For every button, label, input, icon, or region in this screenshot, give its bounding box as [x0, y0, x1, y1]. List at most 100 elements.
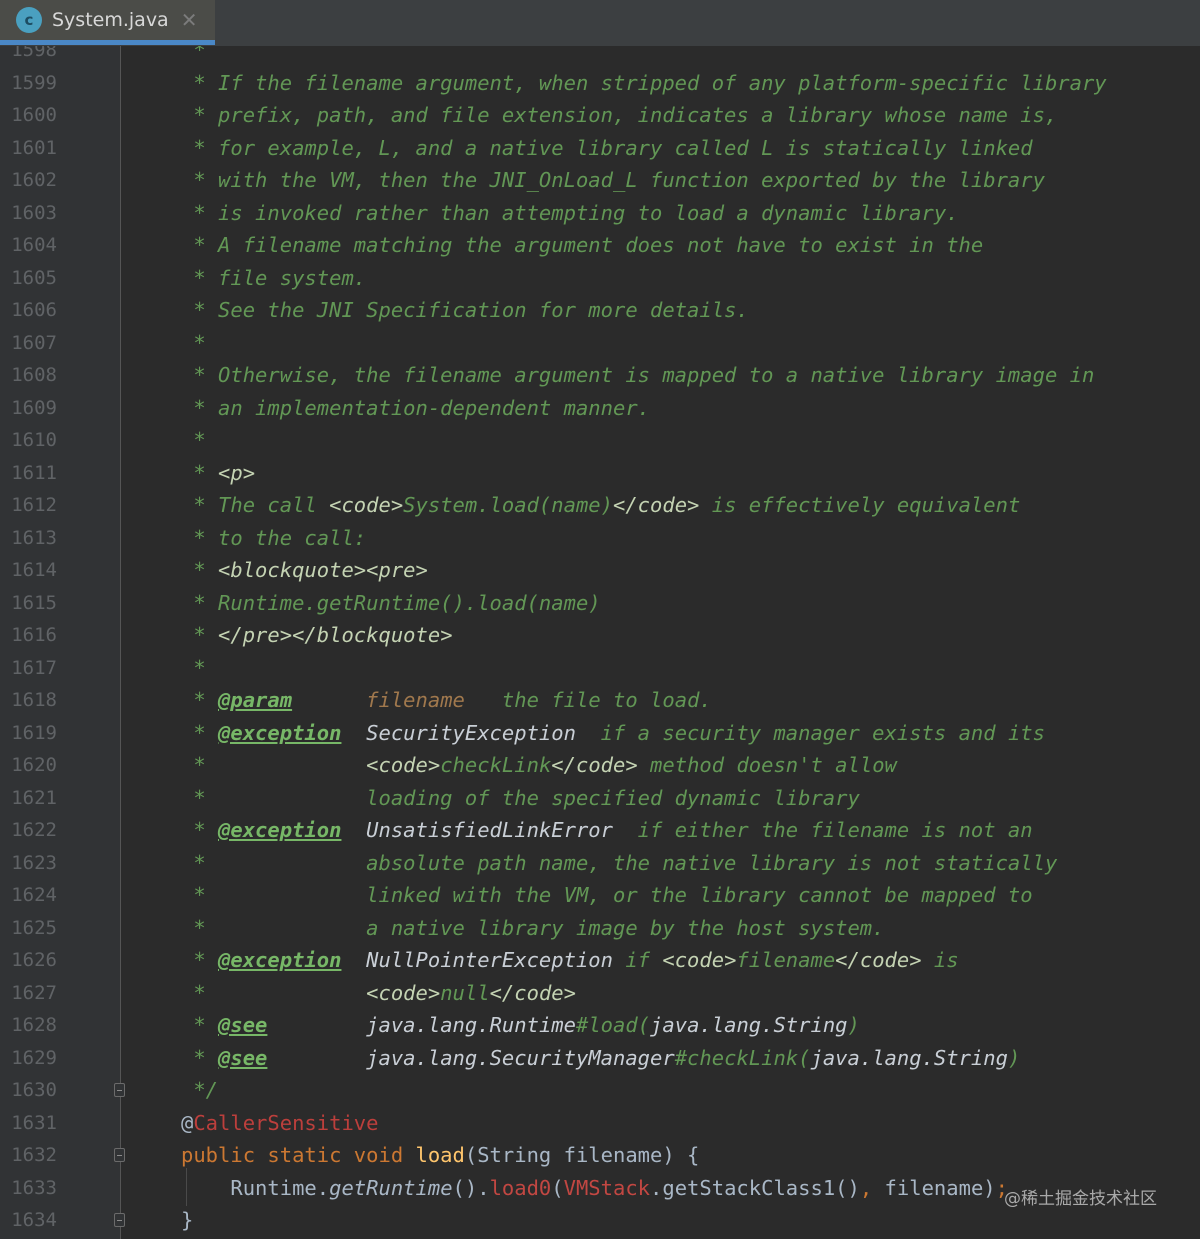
code-token: , — [859, 1175, 873, 1200]
line-number: 1617 — [11, 656, 57, 679]
line-number: 1615 — [11, 591, 57, 614]
code-text: * — [181, 652, 205, 685]
tab-system-java[interactable]: c System.java ✕ — [0, 0, 215, 40]
code-token: </code> — [613, 493, 700, 517]
code-token: * — [181, 688, 219, 712]
code-line[interactable]: 1603 * is invoked rather than attempting… — [0, 197, 1200, 230]
code-line[interactable]: 1632 public static void load(String filen… — [0, 1139, 1200, 1172]
code-token: </code> — [551, 753, 638, 777]
code-token: * — [181, 980, 367, 1005]
code-line[interactable]: 1626 * @exception NullPointerException i… — [0, 944, 1200, 977]
code-token: ) — [1007, 1045, 1021, 1070]
line-number: 1614 — [11, 559, 57, 581]
code-line[interactable]: 1617 * — [0, 652, 1200, 685]
line-number: 1609 — [11, 396, 57, 419]
code-line[interactable]: 1616 * </pre></blockquote> — [0, 619, 1200, 652]
code-line[interactable]: 1631 @CallerSensitive — [0, 1107, 1200, 1140]
line-number: 1611 — [11, 461, 57, 484]
code-token: ( — [551, 1175, 564, 1200]
code-text: * <blockquote><pre> — [181, 554, 428, 587]
code-token: System.load(name) — [403, 493, 613, 517]
watermark: @稀土掘金技术社区 — [1004, 1189, 1157, 1209]
code-text: * <code>checkLink</code> method doesn't … — [181, 749, 897, 782]
code-line[interactable]: 1607 * — [0, 327, 1200, 360]
code-line[interactable]: 1612 * The call <code>System.load(name)<… — [0, 489, 1200, 522]
code-line[interactable]: 1618 * @param filename the file to load. — [0, 684, 1200, 717]
code-token: * file system. — [181, 265, 367, 290]
close-icon[interactable]: ✕ — [181, 8, 198, 32]
code-line[interactable]: 1609 * an implementation-dependent manne… — [0, 392, 1200, 425]
code-line[interactable]: 1621 * loading of the specified dynamic … — [0, 782, 1200, 815]
code-token: * absolute path name, the native library… — [181, 850, 1058, 875]
code-token: * Runtime.getRuntime().load(name) — [181, 590, 601, 615]
code-line[interactable]: 1613 * to the call: — [0, 522, 1200, 555]
code-line[interactable]: 1608 * Otherwise, the filename argument … — [0, 359, 1200, 392]
line-number: 1628 — [11, 1014, 57, 1036]
active-tab-indicator — [0, 40, 215, 45]
code-text: } — [181, 1204, 193, 1237]
code-token: </pre></blockquote> — [218, 623, 453, 647]
code-line[interactable]: 1623 * absolute path name, the native li… — [0, 847, 1200, 880]
line-number: 1622 — [11, 819, 57, 841]
code-line[interactable]: 1604 * A filename matching the argument … — [0, 229, 1200, 262]
code-line[interactable]: 1606 * See the JNI Specification for mor… — [0, 294, 1200, 327]
code-line[interactable]: 1624 * linked with the VM, or the librar… — [0, 879, 1200, 912]
code-line[interactable]: 1628 * @see java.lang.Runtime#load(java.… — [0, 1009, 1200, 1042]
fold-icon[interactable] — [114, 1213, 125, 1227]
fold-icon[interactable] — [114, 1083, 125, 1097]
code-token: * If the filename argument, when strippe… — [181, 70, 1107, 95]
code-token: java.lang.Runtime — [366, 1013, 576, 1037]
code-token: * — [181, 330, 206, 355]
code-token: #checkLink( — [674, 1045, 811, 1070]
code-token: NullPointerException — [366, 948, 613, 972]
code-line[interactable]: 1620 * <code>checkLink</code> method doe… — [0, 749, 1200, 782]
code-line[interactable]: 1610 * — [0, 424, 1200, 457]
code-line[interactable]: 1619 * @exception SecurityException if a… — [0, 717, 1200, 750]
code-line[interactable]: 1625 * a native library image by the hos… — [0, 912, 1200, 945]
code-token: * — [181, 428, 206, 452]
code-token: * — [181, 720, 219, 745]
code-line[interactable]: 1622 * @exception UnsatisfiedLinkError i… — [0, 814, 1200, 847]
code-token: } — [181, 1208, 194, 1232]
fold-icon[interactable] — [114, 1148, 125, 1162]
code-token: null — [440, 980, 490, 1005]
code-line[interactable]: 1605 * file system. — [0, 262, 1200, 295]
code-token: @see — [218, 1045, 268, 1070]
code-token: <code> — [662, 948, 737, 972]
line-number: 1610 — [11, 429, 57, 451]
code-text: * for example, L, and a native library c… — [181, 132, 1032, 165]
code-line[interactable]: 1599 * If the filename argument, when st… — [0, 67, 1200, 100]
code-token: * — [181, 1045, 219, 1070]
line-number: 1607 — [11, 331, 57, 354]
line-number: 1601 — [11, 136, 57, 159]
code-text: * — [181, 327, 206, 360]
line-number: 1626 — [11, 949, 57, 971]
code-line[interactable]: 1614 * <blockquote><pre> — [0, 554, 1200, 587]
code-text: * @param filename the file to load. — [181, 684, 712, 717]
code-line[interactable]: 1601 * for example, L, and a native libr… — [0, 132, 1200, 165]
code-token: @see — [218, 1013, 268, 1037]
code-line[interactable]: 1602 * with the VM, then the JNI_OnLoad_… — [0, 164, 1200, 197]
code-token: #load( — [575, 1013, 651, 1037]
code-line[interactable]: 1615 * Runtime.getRuntime().load(name) — [0, 587, 1200, 620]
code-line[interactable]: 1629 * @see java.lang.SecurityManager#ch… — [0, 1042, 1200, 1075]
code-text: * loading of the specified dynamic libra… — [181, 782, 859, 815]
code-line[interactable]: 1630 */ — [0, 1074, 1200, 1107]
code-line[interactable]: 1600 * prefix, path, and file extension,… — [0, 99, 1200, 132]
line-number: 1618 — [11, 689, 57, 711]
code-text: * See the JNI Specification for more det… — [181, 294, 748, 327]
line-number: 1605 — [11, 266, 57, 289]
code-editor[interactable]: 1598 * 1599 * If the filename argument, w… — [0, 34, 1200, 1237]
line-number: 1602 — [11, 169, 57, 191]
code-text: * The call <code>System.load(name)</code… — [181, 489, 1020, 522]
code-text: * — [181, 424, 206, 457]
code-token: Runtime. — [181, 1175, 330, 1200]
code-text: */ — [181, 1074, 218, 1107]
code-text: * an implementation-dependent manner. — [181, 392, 650, 425]
code-token: the file to load. — [464, 688, 712, 712]
code-token: @exception — [218, 948, 342, 972]
code-line[interactable]: 1611 * <p> — [0, 457, 1200, 490]
code-line[interactable]: 1627 * <code>null</code> — [0, 977, 1200, 1010]
